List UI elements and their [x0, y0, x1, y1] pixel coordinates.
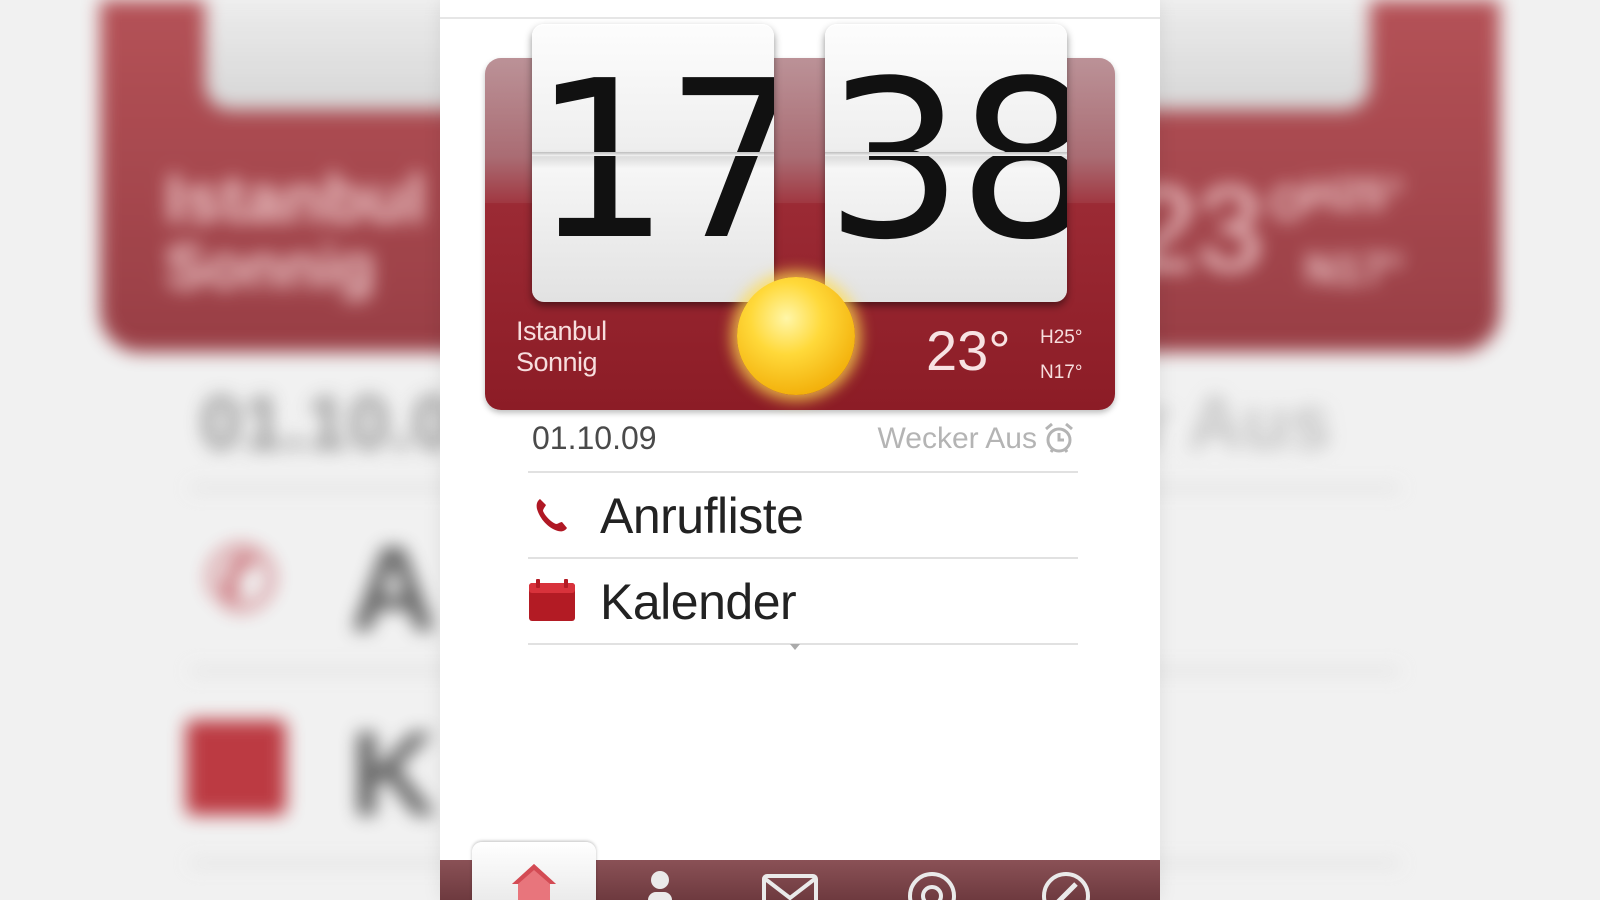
- calendar-icon: [529, 579, 575, 621]
- bg-high: H25°: [1305, 170, 1404, 219]
- date-alarm-row: 01.10.09 Wecker Aus: [532, 420, 1077, 460]
- bg-phone-icon: ✆: [205, 532, 278, 628]
- bg-alarm: r Aus: [1140, 381, 1332, 466]
- bg-call-label: A: [350, 522, 437, 656]
- calendar-label: Kalender: [600, 574, 797, 630]
- phone-screen: 17 38 Istanbul Sonnig 23° H25° N17° 01.1…: [440, 0, 1160, 900]
- weather-low: N17°: [1040, 362, 1083, 383]
- alarm-status-label[interactable]: Wecker Aus: [877, 422, 1037, 456]
- weather-city[interactable]: Istanbul: [516, 316, 607, 347]
- tab-home[interactable]: [472, 842, 596, 900]
- list-item-call-log[interactable]: Anrufliste: [528, 473, 1078, 553]
- bg-date: 01.10.0: [200, 381, 454, 466]
- mail-icon[interactable]: [760, 870, 820, 900]
- weather-temperature: 23°: [926, 319, 1011, 382]
- person-icon[interactable]: [630, 870, 690, 900]
- bg-condition: Sonnig: [165, 233, 376, 302]
- bg-calendar-icon: [186, 720, 286, 815]
- globe-icon[interactable]: [902, 870, 962, 900]
- chevron-down-icon[interactable]: [790, 644, 800, 650]
- date-label[interactable]: 01.10.09: [532, 420, 657, 457]
- weather-condition: Sonnig: [516, 347, 598, 377]
- call-log-label: Anrufliste: [600, 488, 804, 544]
- bg-low: N17°: [1305, 245, 1404, 294]
- bg-calendar-label: K: [350, 707, 437, 841]
- home-icon: [512, 864, 556, 900]
- list-item-calendar[interactable]: Kalender: [528, 559, 1078, 639]
- divider: [528, 643, 1078, 645]
- bg-city: Istanbul: [165, 161, 426, 237]
- alarm-clock-icon[interactable]: [1041, 420, 1077, 456]
- weather-high: H25°: [1040, 327, 1083, 348]
- tools-icon[interactable]: [1036, 870, 1096, 900]
- phone-icon: [536, 499, 567, 532]
